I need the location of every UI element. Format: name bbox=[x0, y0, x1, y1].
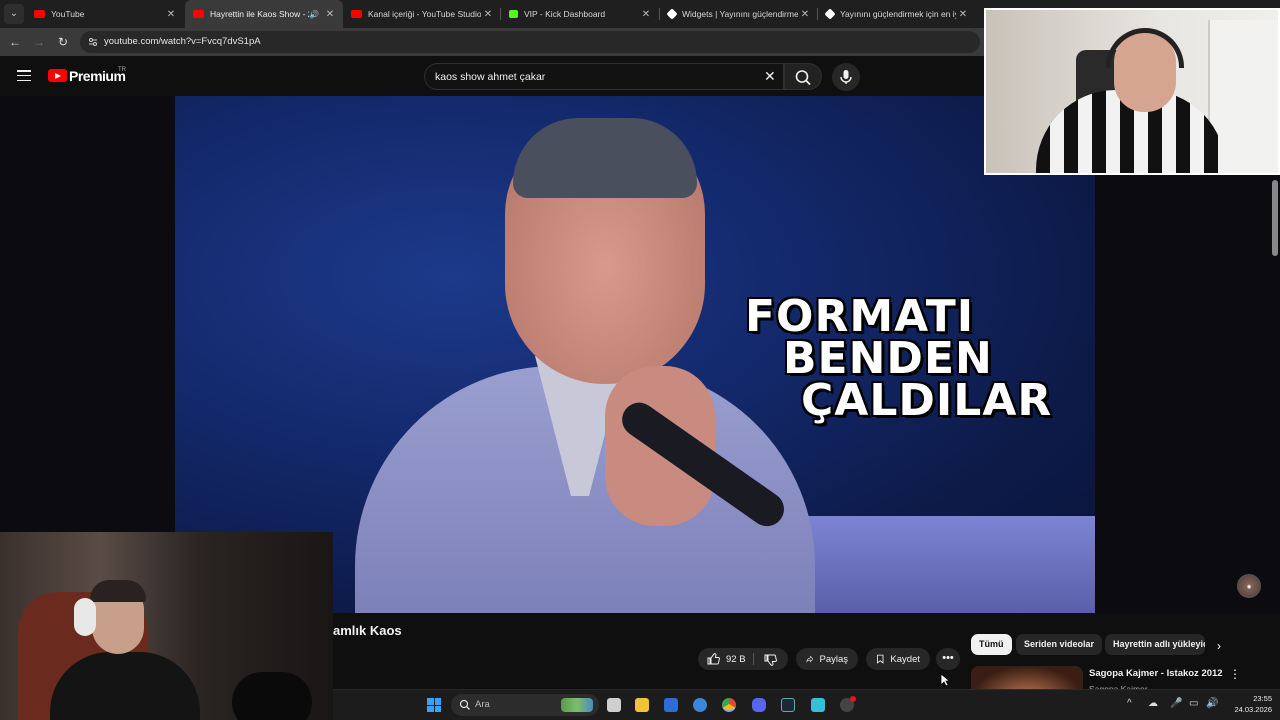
speaker-icon[interactable]: 🔊 bbox=[309, 10, 319, 19]
tab-yayin[interactable]: Yayınını güçlendirmek için en iy ✕ bbox=[818, 0, 976, 28]
chip-uploader[interactable]: Hayrettin adlı yükleyic bbox=[1105, 634, 1205, 655]
tab-title: YouTube bbox=[51, 9, 85, 19]
tab-kick-dashboard[interactable]: VIP - Kick Dashboard ✕ bbox=[501, 0, 659, 28]
more-vertical-icon[interactable]: ⋮ bbox=[1229, 667, 1241, 681]
voice-search-button[interactable] bbox=[832, 63, 860, 91]
chevron-right-icon[interactable]: › bbox=[1217, 639, 1221, 653]
youtube-header: Premium TR kaos show ahmet çakar ✕ bbox=[0, 56, 980, 96]
share-button[interactable]: Paylaş bbox=[796, 648, 858, 670]
back-arrow-icon[interactable]: ← bbox=[6, 33, 24, 51]
volume-icon[interactable]: 🔊 bbox=[1206, 698, 1218, 709]
windows-start-icon[interactable] bbox=[427, 698, 441, 712]
microphone-icon[interactable]: 🎤 bbox=[1170, 698, 1182, 709]
save-button[interactable]: Kaydet bbox=[866, 648, 930, 670]
tab-title: Hayrettin ile Kaos Show - 2... bbox=[210, 9, 310, 19]
clock-time: 23:55 bbox=[1253, 694, 1272, 703]
chip-series[interactable]: Seriden videolar bbox=[1016, 634, 1103, 655]
tab-title: Kanal içeriği - YouTube Studio bbox=[368, 9, 481, 19]
forward-arrow-icon[interactable]: → bbox=[30, 33, 48, 51]
outlook-icon[interactable] bbox=[693, 698, 707, 712]
thumbs-down-icon[interactable] bbox=[763, 653, 777, 667]
onedrive-icon[interactable]: ☁ bbox=[1148, 698, 1158, 709]
like-count: 92 B bbox=[726, 653, 746, 665]
chevron-up-icon[interactable]: ^ bbox=[1127, 698, 1132, 709]
brand-label[interactable]: Premium bbox=[69, 68, 126, 84]
search-input[interactable]: kaos show ahmet çakar ✕ bbox=[424, 63, 784, 90]
video-title: amlık Kaos bbox=[333, 623, 402, 638]
channel-watermark-icon[interactable]: ◉ bbox=[1237, 574, 1261, 598]
save-label: Kaydet bbox=[890, 653, 920, 665]
video-overlay-caption: FORMATI BENDEN ÇALDILAR bbox=[745, 291, 1053, 426]
caption-line: FORMATI bbox=[745, 291, 975, 342]
close-tab-icon[interactable]: ✕ bbox=[639, 9, 653, 20]
windows-taskbar: Ara ^ ☁ 🎤 ▭ 🔊 23:55 24.03.2026 bbox=[333, 689, 1280, 720]
taskbar-search[interactable]: Ara bbox=[451, 694, 599, 716]
page-scrollbar[interactable] bbox=[1272, 180, 1278, 256]
youtube-favicon-icon bbox=[34, 10, 45, 18]
webcam-overlay-left bbox=[0, 532, 333, 720]
tab-kaos-show[interactable]: Hayrettin ile Kaos Show - 2... 🔊 ✕ bbox=[185, 0, 343, 28]
tab-search-button[interactable]: ⌄ bbox=[4, 4, 24, 24]
store-icon[interactable] bbox=[664, 698, 678, 712]
share-label: Paylaş bbox=[819, 653, 848, 665]
reload-icon[interactable]: ↻ bbox=[54, 33, 72, 51]
system-clock[interactable]: 23:55 24.03.2026 bbox=[1222, 693, 1272, 715]
tab-title: Widgets | Yayınını güçlendirmek bbox=[682, 9, 798, 19]
close-tab-icon[interactable]: ✕ bbox=[164, 9, 178, 20]
diamond-favicon-icon bbox=[666, 8, 678, 20]
tab-title: VIP - Kick Dashboard bbox=[524, 9, 606, 19]
recommendation-title[interactable]: Sagopa Kajmer - Istakoz 2012 bbox=[1089, 668, 1223, 679]
close-tab-icon[interactable]: ✕ bbox=[956, 9, 970, 20]
address-bar[interactable]: youtube.com/watch?v=Fvcq7dvS1pA bbox=[80, 31, 980, 53]
youtube-logo-icon[interactable] bbox=[48, 69, 67, 82]
search-query: kaos show ahmet çakar bbox=[435, 71, 546, 83]
url-text: youtube.com/watch?v=Fvcq7dvS1pA bbox=[104, 36, 261, 47]
clear-search-icon[interactable]: ✕ bbox=[764, 68, 776, 85]
share-icon bbox=[806, 655, 814, 663]
chrome-icon[interactable] bbox=[722, 698, 736, 712]
like-divider bbox=[753, 653, 754, 665]
task-view-icon[interactable] bbox=[607, 698, 621, 712]
kick-favicon-icon bbox=[509, 10, 518, 18]
youtube-favicon-icon bbox=[351, 10, 362, 18]
notepad-icon[interactable] bbox=[811, 698, 825, 712]
more-actions-button[interactable]: ••• bbox=[936, 648, 960, 670]
tab-title: Yayınını güçlendirmek için en iy bbox=[840, 9, 956, 19]
microphone-graphic bbox=[232, 672, 312, 720]
caption-line: ÇALDILAR bbox=[801, 375, 1053, 426]
diamond-favicon-icon bbox=[824, 8, 836, 20]
steam-icon[interactable] bbox=[781, 698, 795, 712]
close-tab-icon[interactable]: ✕ bbox=[798, 9, 812, 20]
thumbs-up-icon bbox=[707, 653, 720, 665]
chip-all[interactable]: Tümü bbox=[971, 634, 1012, 655]
country-code: TR bbox=[118, 67, 126, 73]
file-explorer-icon[interactable] bbox=[635, 698, 649, 712]
discord-icon[interactable] bbox=[752, 698, 766, 712]
microphone-icon bbox=[840, 70, 852, 84]
network-icon[interactable]: ▭ bbox=[1189, 698, 1198, 709]
mouse-cursor-icon bbox=[940, 673, 950, 687]
sofa-graphic bbox=[775, 516, 1095, 613]
close-tab-icon[interactable]: ✕ bbox=[323, 9, 337, 20]
webcam-overlay-right bbox=[984, 8, 1280, 175]
tab-widgets[interactable]: Widgets | Yayınını güçlendirmek ✕ bbox=[660, 0, 818, 28]
search-icon bbox=[459, 699, 470, 710]
hair-graphic bbox=[90, 580, 146, 602]
hair-graphic bbox=[513, 118, 697, 198]
tab-youtube-studio[interactable]: Kanal içeriği - YouTube Studio ✕ bbox=[343, 0, 501, 28]
headset-graphic bbox=[74, 598, 96, 636]
search-highlight-image bbox=[561, 698, 593, 712]
youtube-favicon-icon bbox=[193, 10, 204, 18]
menu-icon[interactable] bbox=[17, 70, 31, 82]
search-icon bbox=[795, 70, 811, 86]
caption-line: BENDEN bbox=[783, 333, 993, 384]
notification-badge-icon bbox=[850, 696, 856, 702]
tab-youtube[interactable]: YouTube ✕ bbox=[26, 0, 184, 28]
search-button[interactable] bbox=[784, 63, 822, 90]
close-tab-icon[interactable]: ✕ bbox=[481, 9, 495, 20]
bookmark-icon bbox=[876, 654, 884, 664]
taskbar-search-placeholder: Ara bbox=[475, 699, 490, 710]
site-info-icon[interactable] bbox=[88, 37, 98, 47]
clock-date: 24.03.2026 bbox=[1234, 705, 1272, 714]
